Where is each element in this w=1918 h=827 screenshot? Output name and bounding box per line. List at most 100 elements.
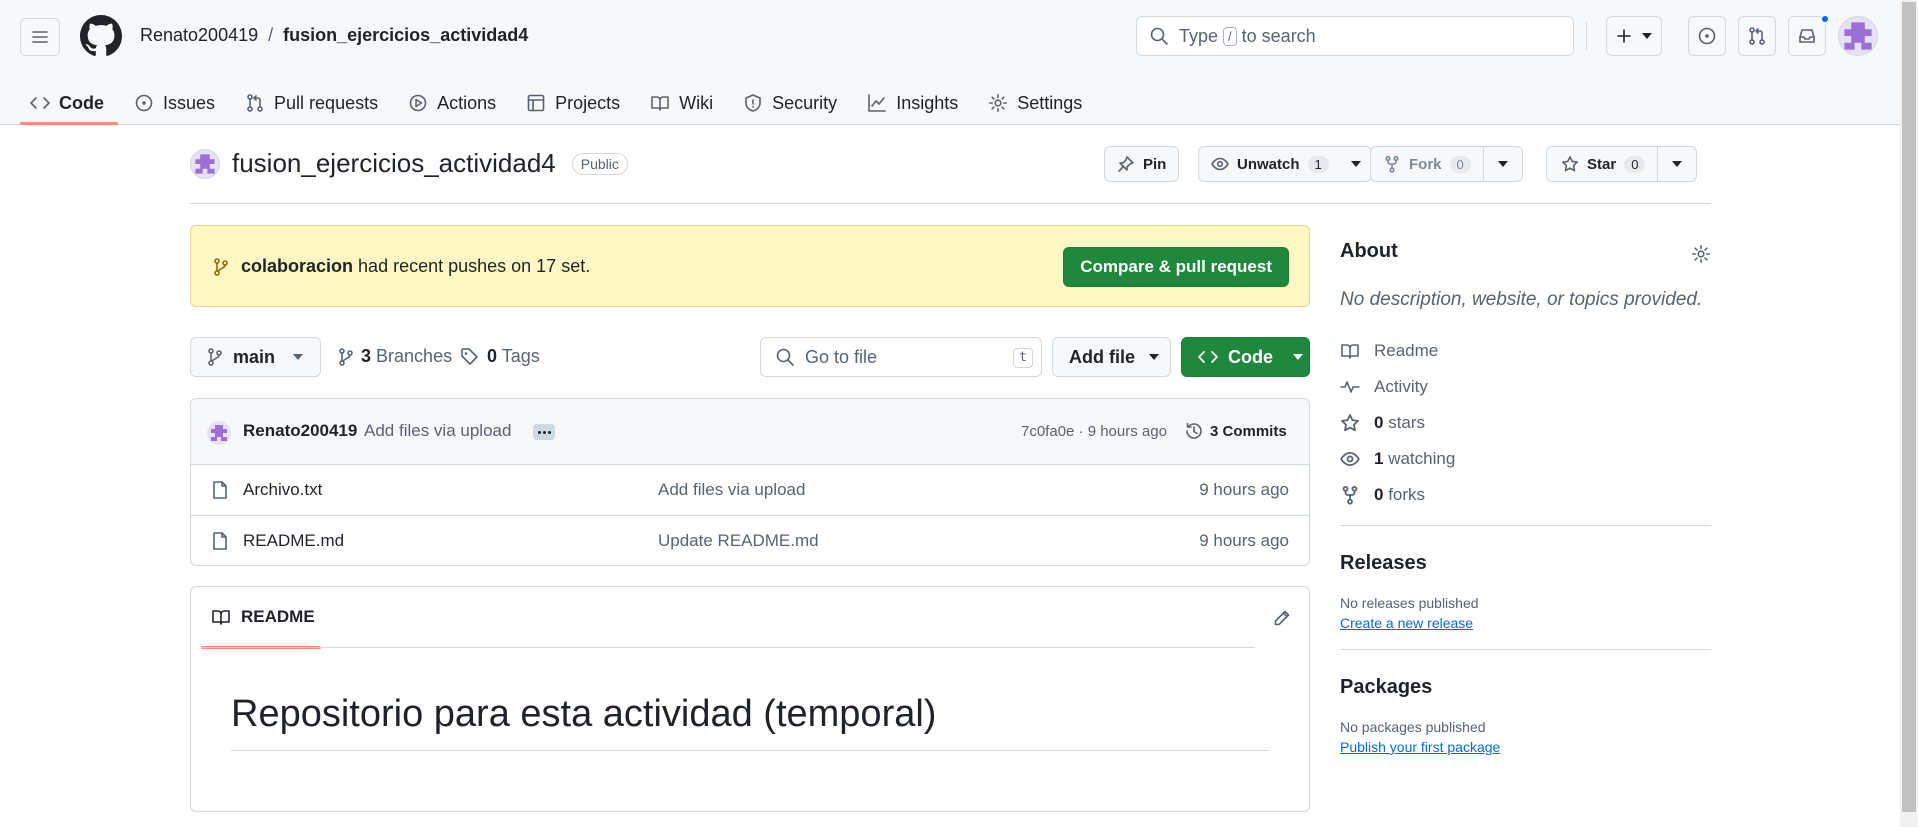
tab-insights[interactable]: Insights [865, 82, 972, 124]
releases-title[interactable]: Releases [1340, 552, 1711, 575]
github-logo-icon[interactable] [80, 15, 122, 57]
breadcrumb: Renato200419 / fusion_ejercicios_activid… [140, 25, 528, 46]
latest-commit-row: Renato200419 Add files via upload 7c0fa0… [191, 399, 1309, 465]
fork-dropdown[interactable] [1482, 147, 1522, 181]
search-input[interactable]: Type / to search [1136, 16, 1574, 56]
file-name[interactable]: Archivo.txt [243, 480, 322, 500]
search-icon [776, 348, 794, 366]
file-commit-message[interactable]: Add files via upload [658, 480, 805, 500]
watch-count: 1 [1307, 155, 1329, 173]
user-avatar[interactable] [1838, 16, 1878, 56]
visibility-badge: Public [571, 152, 628, 175]
edit-readme-button[interactable] [1273, 609, 1291, 627]
chevron-down-icon [1497, 161, 1508, 167]
tab-settings[interactable]: Settings [986, 82, 1096, 124]
watching-link[interactable]: 1 watching [1340, 441, 1711, 477]
tab-issues[interactable]: Issues [132, 82, 229, 124]
activity-link-label: Activity [1374, 377, 1428, 396]
star-dropdown[interactable] [1657, 147, 1696, 181]
hamburger-icon [32, 31, 48, 43]
owner-avatar[interactable] [190, 148, 220, 179]
tab-actions[interactable]: Actions [406, 82, 510, 124]
tab-code[interactable]: Code [20, 82, 118, 125]
banner-branch[interactable]: colaboracion [241, 256, 353, 276]
about-title: About [1340, 240, 1398, 262]
forks-label: forks [1388, 485, 1426, 504]
search-shortcut-key: / [1223, 26, 1237, 46]
star-button-group: Star 0 [1546, 146, 1698, 182]
search-prefix: Type [1179, 25, 1219, 46]
forks-link[interactable]: 0 forks [1340, 477, 1711, 513]
create-release-link[interactable]: Create a new release [1340, 615, 1473, 631]
breadcrumb-repo[interactable]: fusion_ejercicios_actividad4 [283, 25, 528, 46]
unwatch-button[interactable]: Unwatch 1 [1199, 147, 1341, 181]
add-file-button[interactable]: Add file [1052, 337, 1171, 377]
repo-sidebar: About No description, website, or topics… [1340, 240, 1711, 755]
code-icon [1198, 351, 1218, 363]
banner-text: had recent pushes on 17 set. [358, 256, 591, 276]
tab-label: Settings [1017, 92, 1083, 113]
add-file-label: Add file [1069, 346, 1135, 367]
packages-title[interactable]: Packages [1340, 676, 1711, 699]
publish-package-link[interactable]: Publish your first package [1340, 739, 1500, 755]
tab-security[interactable]: Security [741, 82, 851, 124]
chevron-down-icon [1672, 161, 1683, 167]
branches-link[interactable]: 3 Branches [338, 346, 452, 367]
compare-pull-request-button[interactable]: Compare & pull request [1063, 247, 1289, 287]
fork-label: Fork [1409, 155, 1442, 173]
readme-link[interactable]: Readme [1340, 333, 1711, 369]
watch-dropdown[interactable] [1341, 147, 1371, 181]
stars-count: 0 [1374, 413, 1384, 432]
go-to-file-placeholder: Go to file [805, 346, 878, 367]
commit-message[interactable]: Add files via upload [364, 421, 511, 441]
scrollbar-thumb[interactable] [1902, 2, 1916, 812]
tab-label: Wiki [679, 92, 714, 113]
sidebar-divider [1340, 525, 1711, 526]
file-table: Renato200419 Add files via upload 7c0fa0… [190, 398, 1310, 566]
pull-request-icon [247, 94, 263, 112]
commit-details-toggle[interactable] [533, 424, 555, 440]
pull-requests-button[interactable] [1738, 16, 1776, 56]
stars-link[interactable]: 0 stars [1340, 405, 1711, 441]
create-new-button[interactable] [1606, 16, 1662, 56]
tab-pull-requests[interactable]: Pull requests [243, 82, 392, 124]
menu-button[interactable] [20, 18, 60, 56]
pin-button[interactable]: Pin [1104, 146, 1180, 182]
code-icon [30, 97, 50, 109]
repo-title[interactable]: fusion_ejercicios_actividad4 [232, 148, 556, 179]
tab-wiki[interactable]: Wiki [648, 82, 727, 124]
eye-icon [1340, 452, 1360, 466]
go-to-file-input[interactable]: Go to file t [760, 337, 1042, 377]
star-icon [1562, 156, 1578, 172]
repo-title-row: fusion_ejercicios_actividad4 Public [190, 148, 628, 179]
edit-about-button[interactable] [1691, 244, 1711, 264]
tags-link[interactable]: 0 Tags [460, 346, 540, 367]
fork-icon [1342, 486, 1358, 505]
fork-button[interactable]: Fork 0 [1371, 147, 1483, 181]
commits-link[interactable]: 3 Commits [1184, 421, 1287, 441]
commit-author[interactable]: Renato200419 [243, 421, 357, 441]
branch-icon [339, 347, 353, 366]
star-button[interactable]: Star 0 [1547, 147, 1657, 181]
code-dropdown-button[interactable]: Code [1181, 337, 1310, 377]
readme-tab[interactable]: README [201, 587, 321, 649]
play-icon [409, 94, 427, 112]
packages-empty: No packages published [1340, 719, 1486, 735]
table-row: Archivo.txt Add files via upload 9 hours… [191, 465, 1309, 516]
issues-button[interactable] [1688, 16, 1726, 56]
file-commit-message[interactable]: Update README.md [658, 531, 819, 551]
pull-request-icon [1749, 27, 1765, 45]
file-age: 9 hours ago [1199, 531, 1289, 550]
tab-label: Projects [555, 92, 621, 113]
file-icon [213, 481, 227, 499]
tab-projects[interactable]: Projects [524, 82, 634, 124]
branch-selector[interactable]: main [190, 337, 321, 377]
issue-icon [1698, 27, 1716, 45]
commit-meta[interactable]: 7c0fa0e · 9 hours ago [1021, 423, 1167, 440]
breadcrumb-owner[interactable]: Renato200419 [140, 25, 258, 46]
go-to-file-shortcut: t [1013, 348, 1033, 368]
commit-author-avatar[interactable] [207, 421, 231, 445]
tab-label: Security [772, 92, 838, 113]
file-name[interactable]: README.md [243, 531, 344, 551]
activity-link[interactable]: Activity [1340, 369, 1711, 405]
